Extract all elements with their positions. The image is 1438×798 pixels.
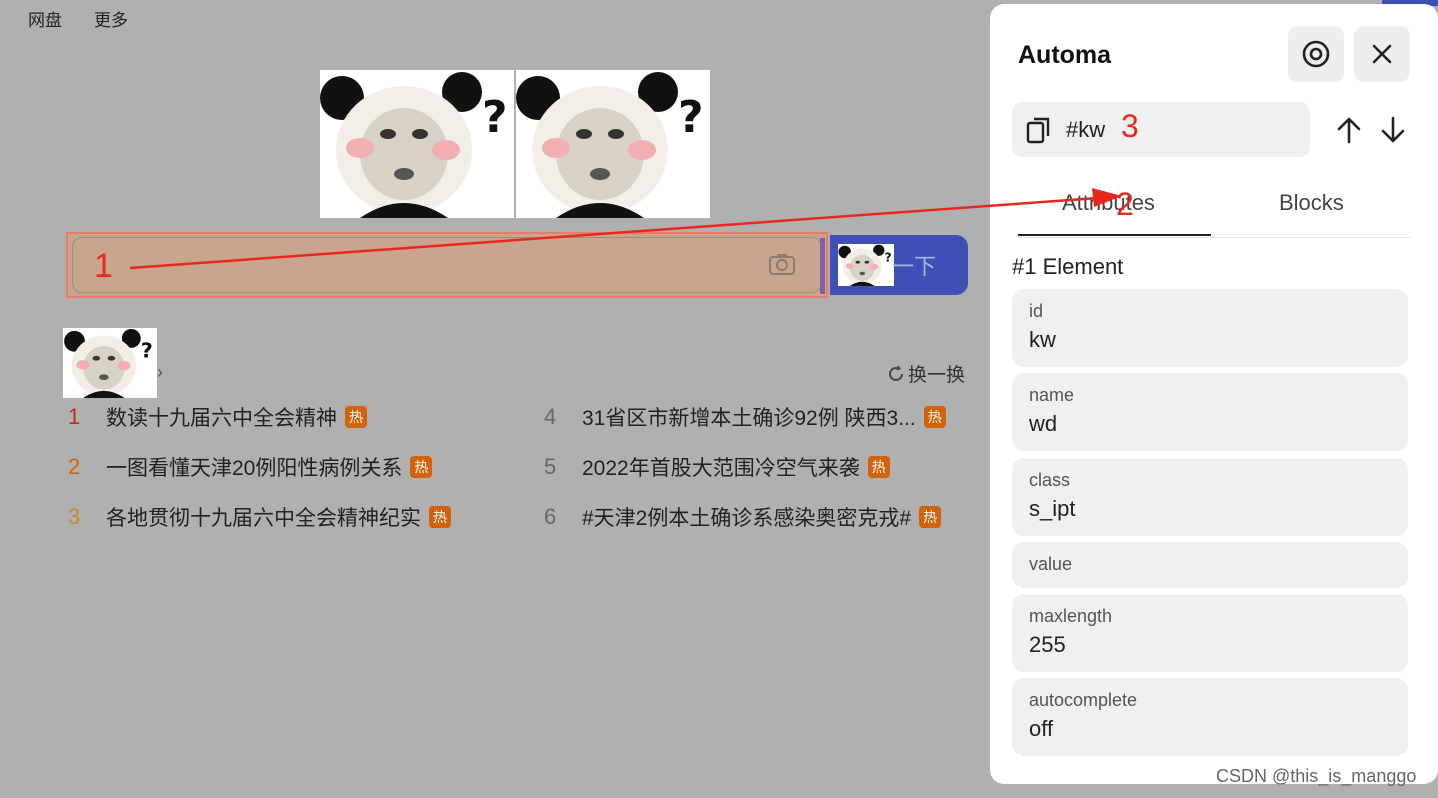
- hot-badge: 热: [867, 456, 890, 478]
- hot-item[interactable]: 2 一图看懂天津20例阳性病例关系 热: [68, 452, 433, 482]
- close-button[interactable]: [1354, 26, 1410, 82]
- attribute-value: kw: [1029, 327, 1056, 352]
- active-tab-indicator: [1018, 234, 1211, 236]
- attribute-row[interactable]: class s_ipt: [1012, 458, 1408, 536]
- copy-icon[interactable]: [1026, 116, 1052, 144]
- hot-item-number: 5: [544, 454, 557, 479]
- hot-item[interactable]: 6 #天津2例本土确诊系感染奥密克戎# 热: [544, 502, 942, 532]
- close-icon: [1372, 44, 1392, 64]
- hot-item-number: 3: [68, 504, 81, 529]
- tab-attributes[interactable]: Attributes: [1062, 190, 1155, 216]
- hot-item-text: 2022年首股大范围冷空气来袭: [582, 457, 860, 480]
- annotation-label-1: 1: [94, 247, 113, 285]
- hot-item[interactable]: 4 31省区市新增本土确诊92例 陕西3... 热: [544, 402, 946, 432]
- hot-item-number: 1: [68, 404, 81, 429]
- hot-item-text: 各地贯彻十九届六中全会精神纪实: [106, 507, 421, 530]
- hot-item-number: 2: [68, 454, 81, 479]
- attribute-key: name: [1029, 385, 1075, 405]
- arrow-up-icon[interactable]: [1336, 116, 1362, 144]
- hot-badge: 热: [429, 506, 451, 528]
- hot-item[interactable]: 1 数读十九届六中全会精神 热: [68, 402, 367, 432]
- top-nav: 网盘 更多: [28, 6, 128, 31]
- search-caret: [820, 238, 825, 294]
- search-input[interactable]: [72, 237, 822, 293]
- attribute-row[interactable]: name wd: [1012, 373, 1408, 451]
- selector-field[interactable]: #kw: [1012, 102, 1310, 157]
- hot-item-text: 一图看懂天津20例阳性病例关系: [106, 457, 403, 480]
- eye-icon: [1302, 40, 1330, 68]
- attribute-value: s_ipt: [1029, 496, 1076, 521]
- nav-netdisk-link[interactable]: 网盘: [28, 6, 62, 31]
- hot-item[interactable]: 3 各地贯彻十九届六中全会精神纪实 热: [68, 502, 451, 532]
- attribute-row[interactable]: autocomplete off: [1012, 678, 1408, 756]
- hot-item-number: 4: [544, 404, 557, 429]
- attribute-key: value: [1029, 554, 1073, 574]
- attribute-key: class: [1029, 470, 1071, 490]
- hot-badge: 热: [410, 456, 433, 478]
- search-button[interactable]: 一下: [830, 235, 968, 295]
- chevron-right-icon[interactable]: ›: [157, 362, 163, 383]
- refresh-label: 换一换: [908, 365, 966, 386]
- attribute-value: off: [1029, 716, 1054, 741]
- panel-tabs: Attributes Blocks: [1018, 180, 1410, 238]
- hot-badge: 热: [923, 406, 946, 428]
- attribute-row[interactable]: value: [1012, 542, 1408, 588]
- arrow-down-icon[interactable]: [1380, 116, 1406, 144]
- attribute-value: 255: [1029, 632, 1066, 657]
- attribute-value: wd: [1029, 411, 1058, 436]
- watermark: CSDN @this_is_manggo: [1216, 766, 1417, 786]
- element-title: #1 Element: [1012, 254, 1124, 279]
- hot-item-text: 31省区市新增本土确诊92例 陕西3...: [582, 407, 916, 430]
- selector-text: #kw: [1066, 116, 1106, 142]
- site-logo: [320, 70, 710, 218]
- tab-blocks[interactable]: Blocks: [1279, 190, 1344, 216]
- annotation-label-2: 2: [1116, 186, 1134, 222]
- hot-item-text: 数读十九届六中全会精神: [106, 407, 337, 430]
- attribute-key: maxlength: [1029, 606, 1113, 626]
- hot-item[interactable]: 5 2022年首股大范围冷空气来袭 热: [544, 452, 890, 482]
- nav-more-link[interactable]: 更多: [94, 6, 128, 31]
- panda-logo-image: [516, 70, 710, 218]
- annotation-label-3: 3: [1121, 108, 1139, 144]
- refresh-icon: [889, 364, 903, 381]
- hot-item-text: #天津2例本土确诊系感染奥密克戎#: [582, 507, 912, 530]
- attribute-row[interactable]: id kw: [1012, 289, 1408, 367]
- panda-logo-image: [320, 70, 514, 218]
- preview-button[interactable]: [1288, 26, 1344, 82]
- panda-mini-image: [838, 244, 894, 286]
- hot-badge: 热: [345, 406, 367, 428]
- automa-panel: Automa #kw 3 Attributes Blocks 2 #1 Elem…: [990, 4, 1438, 784]
- attribute-key: id: [1029, 301, 1044, 321]
- hotlist-logo-image[interactable]: [63, 328, 157, 398]
- camera-icon[interactable]: [768, 252, 796, 276]
- hot-item-number: 6: [544, 504, 557, 529]
- panel-title: Automa: [1018, 41, 1112, 69]
- hot-badge: 热: [919, 506, 942, 528]
- search-highlight-box: [66, 232, 828, 298]
- search-button-label: 一下: [892, 254, 937, 279]
- refresh-button[interactable]: 换一换: [886, 360, 965, 387]
- attribute-row[interactable]: maxlength 255: [1012, 594, 1408, 672]
- attribute-key: autocomplete: [1029, 690, 1138, 710]
